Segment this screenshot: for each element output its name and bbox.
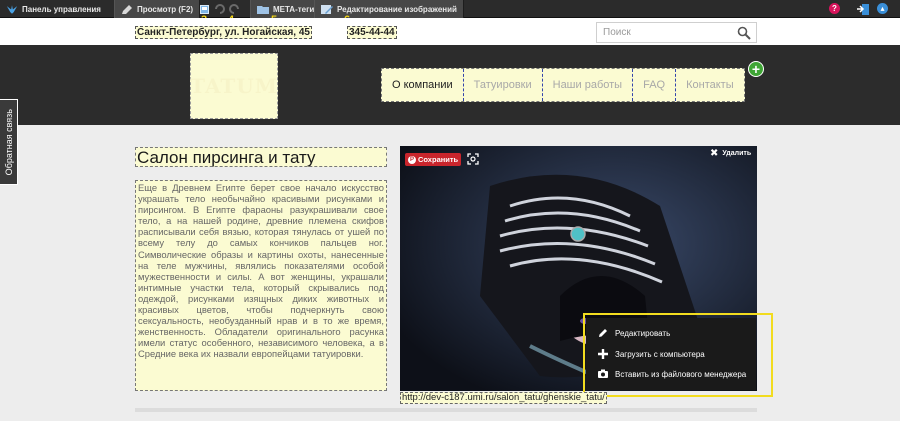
undo-button[interactable] <box>214 0 226 18</box>
visual-search-icon[interactable] <box>467 153 479 165</box>
close-icon: ✖ <box>710 148 719 159</box>
umi-bird-icon <box>6 4 18 14</box>
nav-item-about[interactable]: О компании <box>382 69 464 101</box>
preview-tab[interactable]: Просмотр (F2) <box>114 0 201 18</box>
logo-text: TATUM <box>190 74 278 98</box>
delete-image-button[interactable]: ✖ Удалить <box>710 147 751 160</box>
preview-label: Просмотр (F2) <box>137 4 194 14</box>
feedback-tab[interactable]: Обратная связь <box>0 99 18 185</box>
content-divider <box>135 408 757 412</box>
nav-item-faq[interactable]: FAQ <box>633 69 677 101</box>
nav-item-tattoos[interactable]: Татуировки <box>464 69 543 101</box>
image-edit-icon <box>321 4 333 14</box>
image-url-text[interactable]: http://dev-c187.umi.ru/salon_tatu/ghensk… <box>400 392 607 404</box>
redo-icon <box>229 4 239 14</box>
nav-item-contacts[interactable]: Контакты <box>676 69 744 101</box>
meta-tags-tab[interactable]: META-теги <box>250 0 322 18</box>
page-title[interactable]: Салон пирсинга и тату <box>135 147 387 167</box>
control-panel-label: Панель управления <box>22 4 101 14</box>
pinterest-save-button[interactable]: P Сохранить <box>405 153 462 166</box>
image-edit-tab[interactable]: Редактирование изображений <box>314 0 464 18</box>
site-logo[interactable]: TATUM <box>190 53 278 119</box>
address-text[interactable]: Санкт-Петербург, ул. Ногайская, 45 <box>135 26 312 39</box>
admin-toolbar: Панель управления Просмотр (F2) META-тег… <box>0 0 900 18</box>
pinterest-icon: P <box>408 155 416 164</box>
delete-label: Удалить <box>722 150 752 157</box>
phone-text[interactable]: 345-44-44 <box>347 26 397 39</box>
help-icon[interactable]: ? <box>829 3 840 14</box>
article-text[interactable]: Еще в Древнем Египте берет свое начало и… <box>135 180 387 391</box>
add-menu-item-button[interactable]: + <box>748 61 764 77</box>
main-nav: О компании Татуировки Наши работы FAQ Ко… <box>381 68 745 102</box>
undo-icon <box>215 4 225 14</box>
search-box <box>596 22 757 43</box>
pencil-icon <box>122 4 132 14</box>
search-icon[interactable] <box>737 26 751 40</box>
collapse-toolbar-icon[interactable]: ▴ <box>877 3 888 14</box>
pinterest-save-label: Сохранить <box>418 155 459 164</box>
exit-button[interactable] <box>857 0 869 18</box>
search-input[interactable] <box>597 23 732 42</box>
feedback-label: Обратная связь <box>3 108 14 176</box>
control-panel-button[interactable]: Панель управления <box>6 0 101 18</box>
menu-highlight-box <box>583 313 773 397</box>
nav-item-works[interactable]: Наши работы <box>543 69 634 101</box>
exit-icon <box>857 3 869 15</box>
folder-icon <box>257 5 269 14</box>
floppy-disk-icon <box>200 4 209 14</box>
meta-tags-label: META-теги <box>273 4 315 14</box>
image-edit-label: Редактирование изображений <box>337 4 457 14</box>
